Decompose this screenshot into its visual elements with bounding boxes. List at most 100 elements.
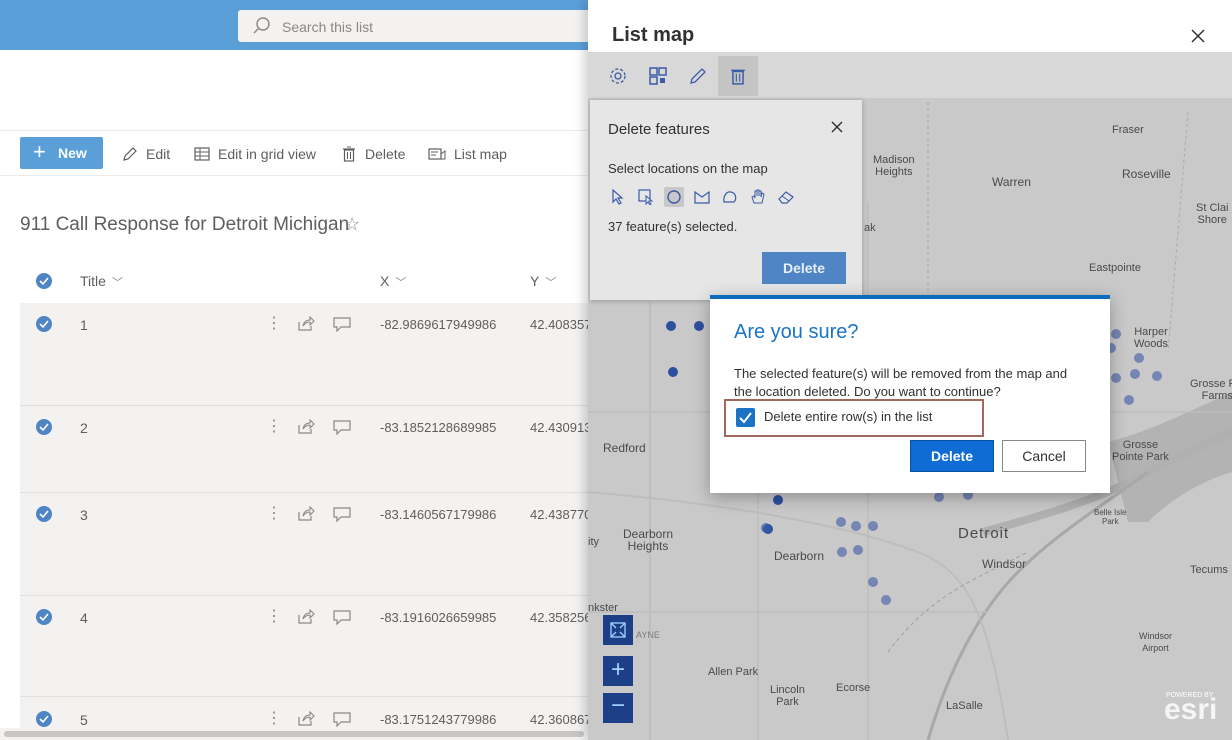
- zoom-out-button[interactable]: −: [603, 693, 633, 723]
- comment-icon[interactable]: [333, 419, 351, 435]
- row-title[interactable]: 5: [80, 712, 88, 728]
- comment-icon[interactable]: [333, 609, 351, 625]
- map-toolbar: [588, 52, 1232, 98]
- confirm-dialog: Are you sure? The selected feature(s) wi…: [710, 295, 1110, 493]
- map-point: [761, 523, 771, 533]
- zoom-in-button[interactable]: +: [603, 656, 633, 686]
- edit-grid-view-button[interactable]: Edit in grid view: [194, 143, 316, 165]
- row-checkbox[interactable]: [36, 419, 52, 435]
- list-map-label: List map: [454, 146, 507, 162]
- more-actions-icon[interactable]: ⋮: [266, 416, 282, 436]
- row-checkbox[interactable]: [36, 609, 52, 625]
- delete-map-button[interactable]: [718, 56, 758, 96]
- more-actions-icon[interactable]: ⋮: [266, 708, 282, 728]
- edit-button[interactable]: Edit: [122, 143, 170, 165]
- dialog-message: The selected feature(s) will be removed …: [734, 366, 1068, 399]
- close-icon[interactable]: [1186, 24, 1210, 48]
- share-icon[interactable]: [297, 506, 315, 522]
- horizontal-scrollbar[interactable]: [0, 728, 600, 740]
- edit-grid-label: Edit in grid view: [218, 146, 317, 162]
- checkmark-icon: [739, 412, 752, 424]
- list-map-button[interactable]: List map: [428, 143, 507, 165]
- column-header-x[interactable]: X ﹀: [380, 273, 406, 290]
- polygon-select-icon[interactable]: [692, 187, 712, 207]
- panel-title: List map: [612, 24, 695, 46]
- map-point: [694, 321, 704, 331]
- close-icon[interactable]: [830, 120, 844, 134]
- search-placeholder: Search this list: [282, 19, 374, 35]
- delete-features-button[interactable]: Delete: [762, 252, 846, 284]
- map-point: [934, 492, 944, 502]
- row-title[interactable]: 3: [80, 507, 88, 523]
- grid-icon: [194, 147, 210, 161]
- search-box[interactable]: Search this list: [238, 10, 598, 42]
- expand-icon: [610, 622, 626, 638]
- delete-command-button[interactable]: Delete: [341, 143, 405, 165]
- row-x-value: -82.9869617949986: [380, 317, 497, 332]
- eraser-icon[interactable]: [776, 187, 796, 207]
- map-point: [668, 367, 678, 377]
- comment-icon[interactable]: [333, 711, 351, 727]
- column-header-title[interactable]: Title ﹀: [80, 273, 123, 290]
- pencil-icon: [123, 147, 137, 161]
- delete-command-label: Delete: [365, 146, 406, 162]
- checkmark-icon: [39, 715, 49, 724]
- checkmark-icon: [39, 320, 49, 329]
- delete-features-title: Delete features: [608, 121, 710, 138]
- share-icon[interactable]: [297, 609, 315, 625]
- comment-icon[interactable]: [333, 506, 351, 522]
- row-x-value: -83.1916026659985: [380, 610, 497, 625]
- row-x-value: -83.1852128689985: [380, 420, 497, 435]
- row-title[interactable]: 4: [80, 610, 88, 626]
- dialog-cancel-button[interactable]: Cancel: [1002, 440, 1086, 472]
- delete-rows-label[interactable]: Delete entire row(s) in the list: [764, 409, 932, 424]
- more-actions-icon[interactable]: ⋮: [266, 313, 282, 333]
- checkmark-icon: [39, 423, 49, 432]
- lasso-select-icon[interactable]: [720, 187, 740, 207]
- share-icon[interactable]: [297, 316, 315, 332]
- map-point: [881, 595, 891, 605]
- new-button-label: New: [58, 145, 87, 161]
- map-point: [851, 521, 861, 531]
- dialog-delete-button[interactable]: Delete: [910, 440, 994, 472]
- settings-button[interactable]: [600, 58, 636, 94]
- row-title[interactable]: 1: [80, 317, 88, 333]
- edit-label: Edit: [146, 146, 171, 162]
- gear-icon: [610, 68, 626, 84]
- map-point: [868, 521, 878, 531]
- select-all-checkbox[interactable]: [36, 273, 52, 289]
- row-checkbox[interactable]: [36, 506, 52, 522]
- delete-rows-checkbox[interactable]: [736, 408, 755, 427]
- chevron-down-icon: ﹀: [111, 277, 123, 289]
- more-actions-icon[interactable]: ⋮: [266, 503, 282, 523]
- zoom-extent-button[interactable]: [603, 615, 633, 645]
- row-title[interactable]: 2: [80, 420, 88, 436]
- circle-select-icon[interactable]: [664, 187, 684, 207]
- chevron-down-icon: ﹀: [395, 277, 407, 289]
- scrollbar-thumb[interactable]: [4, 731, 584, 737]
- share-icon[interactable]: [297, 419, 315, 435]
- rectangle-select-icon[interactable]: [636, 187, 656, 207]
- pointer-icon[interactable]: [608, 187, 628, 207]
- row-checkbox[interactable]: [36, 711, 52, 727]
- select-locations-label: Select locations on the map: [608, 161, 768, 176]
- pencil-icon: [690, 68, 706, 84]
- map-point: [868, 577, 878, 587]
- search-icon: [253, 17, 270, 34]
- delete-rows-option: Delete entire row(s) in the list: [724, 399, 984, 437]
- row-x-value: -83.1460567179986: [380, 507, 497, 522]
- checkmark-icon: [39, 277, 49, 286]
- layers-button[interactable]: [640, 58, 676, 94]
- favorite-star-icon[interactable]: ☆: [344, 214, 360, 235]
- edit-map-button[interactable]: [680, 58, 716, 94]
- share-icon[interactable]: [297, 711, 315, 727]
- column-header-y[interactable]: Y ﹀: [530, 273, 556, 290]
- new-button[interactable]: + New: [20, 137, 103, 169]
- more-actions-icon[interactable]: ⋮: [266, 606, 282, 626]
- pan-icon[interactable]: [748, 187, 768, 207]
- comment-icon[interactable]: [333, 316, 351, 332]
- trash-icon: [731, 69, 745, 85]
- trash-icon: [343, 146, 355, 162]
- row-x-value: -83.1751243779986: [380, 712, 497, 727]
- row-checkbox[interactable]: [36, 316, 52, 332]
